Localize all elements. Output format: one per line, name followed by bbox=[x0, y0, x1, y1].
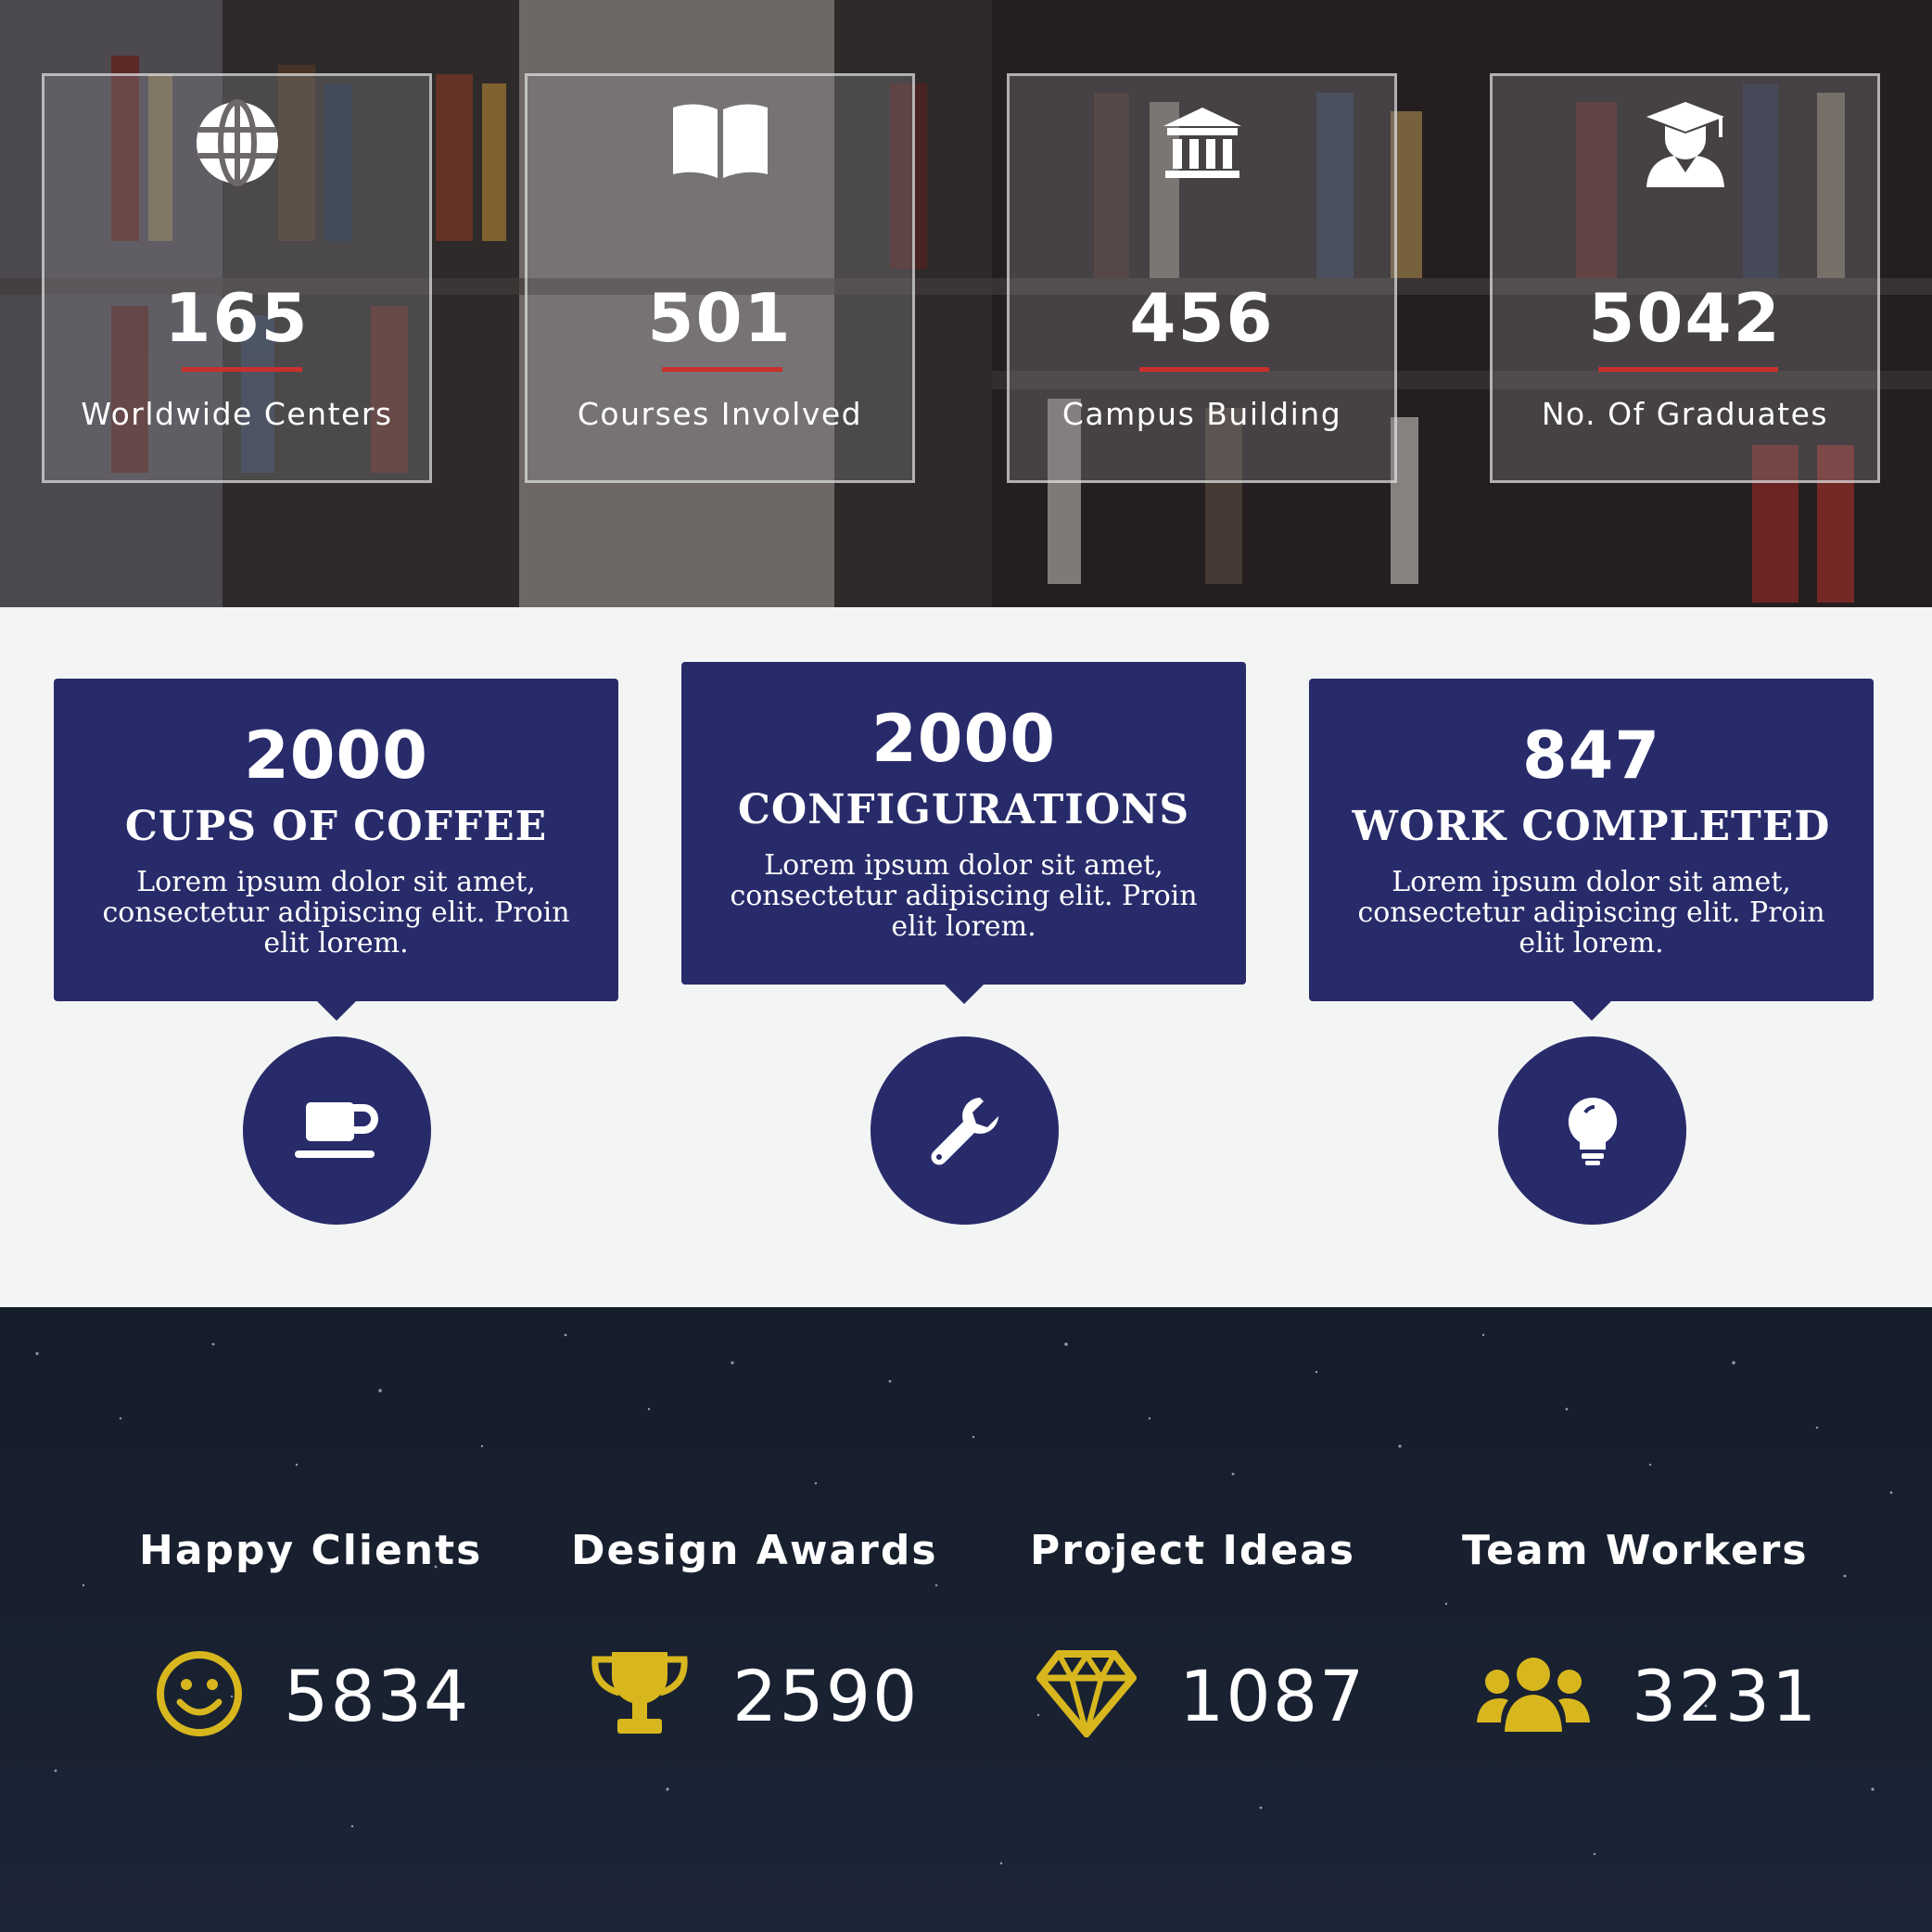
counter-title: Team Workers bbox=[1462, 1527, 1809, 1574]
counter-value: 3231 bbox=[1632, 1655, 1819, 1737]
counter-title: Design Awards bbox=[571, 1527, 938, 1574]
wrench-icon bbox=[871, 1036, 1059, 1225]
stat-box-courses-involved: 501 Courses Involved bbox=[525, 73, 915, 483]
callout-cups-of-coffee: 2000 CUPS OF COFFEE Lorem ipsum dolor si… bbox=[54, 679, 618, 1021]
stat-label: Worldwide Centers bbox=[81, 396, 393, 432]
stat-label: Campus Building bbox=[1061, 396, 1342, 432]
counters-section: Happy Clients 5834 Design Awards 2590 Pr… bbox=[0, 1307, 1932, 1932]
callout-configurations: 2000 CONFIGURATIONS Lorem ipsum dolor si… bbox=[681, 662, 1246, 1004]
library-stats-section: 165 Worldwide Centers 501 Courses Involv… bbox=[0, 0, 1932, 607]
stat-box-campus-building: 456 Campus Building bbox=[1007, 73, 1397, 483]
counter-title: Happy Clients bbox=[139, 1527, 483, 1574]
counter-value: 2590 bbox=[732, 1655, 920, 1737]
callout-text: Lorem ipsum dolor sit amet, consectetur … bbox=[730, 849, 1198, 943]
callout-value: 847 bbox=[1521, 718, 1661, 794]
stat-underline bbox=[1598, 367, 1778, 372]
stat-label: No. Of Graduates bbox=[1541, 396, 1829, 432]
callout-title: WORK COMPLETED bbox=[1352, 803, 1831, 850]
institution-icon bbox=[1010, 98, 1394, 191]
stat-value: 501 bbox=[647, 279, 793, 357]
stat-box-graduates: 5042 No. Of Graduates bbox=[1490, 73, 1880, 483]
stat-underline bbox=[182, 367, 302, 372]
open-book-icon bbox=[527, 98, 912, 191]
users-icon bbox=[1477, 1654, 1590, 1737]
stat-label: Courses Involved bbox=[577, 396, 863, 432]
callout-value: 2000 bbox=[871, 701, 1056, 777]
globe-icon bbox=[44, 98, 429, 191]
callout-value: 2000 bbox=[244, 718, 428, 794]
stat-underline bbox=[1139, 367, 1269, 372]
stat-value: 5042 bbox=[1588, 279, 1782, 357]
lightbulb-icon bbox=[1498, 1036, 1686, 1225]
trophy-icon bbox=[590, 1648, 690, 1741]
callout-work-completed: 847 WORK COMPLETED Lorem ipsum dolor sit… bbox=[1309, 679, 1874, 1021]
callouts-section: 2000 CUPS OF COFFEE Lorem ipsum dolor si… bbox=[0, 607, 1932, 1307]
counter-value: 5834 bbox=[284, 1655, 471, 1737]
callout-title: CONFIGURATIONS bbox=[737, 786, 1190, 833]
callout-title: CUPS OF COFFEE bbox=[124, 803, 548, 850]
smiley-icon bbox=[156, 1650, 243, 1741]
stat-value: 456 bbox=[1129, 279, 1275, 357]
stat-value: 165 bbox=[164, 279, 310, 357]
coffee-cup-icon bbox=[243, 1036, 431, 1225]
starry-sky-background bbox=[35, 1333, 1893, 1865]
callout-text: Lorem ipsum dolor sit amet, consectetur … bbox=[1357, 866, 1825, 960]
stats-row: 165 Worldwide Centers 501 Courses Involv… bbox=[0, 0, 1932, 607]
stat-box-worldwide-centers: 165 Worldwide Centers bbox=[42, 73, 432, 483]
counter-value: 1087 bbox=[1179, 1655, 1366, 1737]
stat-underline bbox=[662, 367, 782, 372]
graduate-icon bbox=[1493, 98, 1877, 191]
counter-title: Project Ideas bbox=[1030, 1527, 1356, 1574]
diamond-icon bbox=[1036, 1648, 1137, 1745]
callout-text: Lorem ipsum dolor sit amet, consectetur … bbox=[102, 866, 570, 960]
